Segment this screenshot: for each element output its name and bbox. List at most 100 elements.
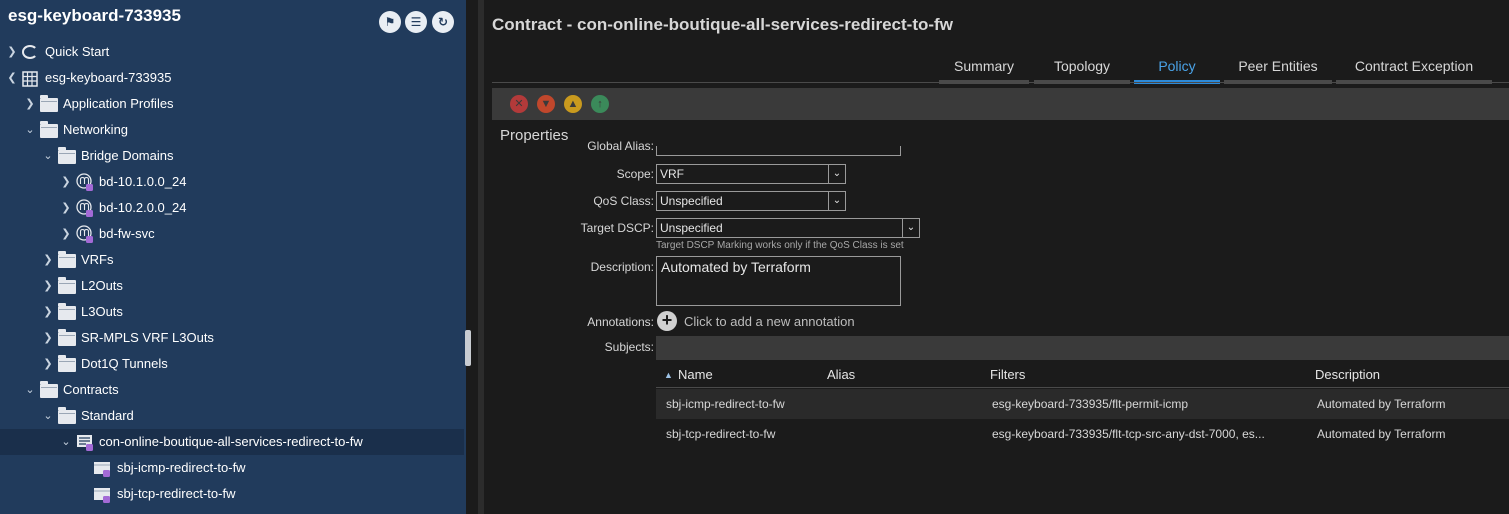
chevron-down-icon[interactable]: ⌄ xyxy=(24,117,36,143)
dscp-hint: Target DSCP Marking works only if the Qo… xyxy=(656,240,904,251)
table-row[interactable]: sbj-tcp-redirect-to-fw esg-keyboard-7339… xyxy=(656,419,1509,449)
tab-topology[interactable]: Topology xyxy=(1034,58,1130,84)
chevron-right-icon[interactable]: ❯ xyxy=(24,91,36,117)
folder-icon xyxy=(58,355,76,372)
tree-item-sbj-icmp[interactable]: sbj-icmp-redirect-to-fw xyxy=(0,455,464,481)
chevron-down-icon[interactable]: ⌄ xyxy=(902,219,919,237)
scope-select[interactable]: VRF ⌄ xyxy=(656,164,846,184)
add-annotation-icon[interactable]: + xyxy=(657,311,677,331)
tree-item-vrfs[interactable]: ❯ VRFs xyxy=(0,247,464,273)
chevron-right-icon[interactable]: ❯ xyxy=(42,273,54,299)
tab-label: Topology xyxy=(1053,58,1111,74)
chevron-down-icon[interactable]: ⌄ xyxy=(24,377,36,403)
tree-item-contracts[interactable]: ⌄ Contracts xyxy=(0,377,464,403)
chevron-down-icon[interactable]: ⌄ xyxy=(42,143,54,169)
pane-resize-handle[interactable] xyxy=(465,330,471,366)
tree-item-label: Application Profiles xyxy=(63,96,174,111)
tree-item-label: bd-10.1.0.0_24 xyxy=(99,174,187,189)
qos-class-value: Unspecified xyxy=(660,194,723,208)
tree-item-sbj-tcp[interactable]: sbj-tcp-redirect-to-fw xyxy=(0,481,464,507)
subjects-table-header: ▲ Name Alias Filters Description xyxy=(656,363,1509,387)
tab-bar-divider xyxy=(492,82,1509,83)
tree-item-contract-selected[interactable]: ⌄ con-online-boutique-all-services-redir… xyxy=(0,429,464,455)
tree-item-bd-10-1[interactable]: ❯ bd-10.1.0.0_24 xyxy=(0,169,464,195)
info-fault-icon[interactable]: ↑ xyxy=(591,95,609,113)
tree-item-label: bd-10.2.0.0_24 xyxy=(99,200,187,215)
tree-item-label: bd-fw-svc xyxy=(99,226,155,241)
description-label: Description: xyxy=(590,260,654,274)
target-dscp-label: Target DSCP: xyxy=(580,221,654,235)
chevron-right-icon[interactable]: ❯ xyxy=(6,39,18,65)
chevron-right-icon[interactable]: ❯ xyxy=(42,351,54,377)
sort-asc-icon[interactable]: ▲ xyxy=(664,363,673,387)
folder-open-icon xyxy=(40,121,58,138)
tree-item-bridge-domains[interactable]: ⌄ Bridge Domains xyxy=(0,143,464,169)
navigation-pane: esg-keyboard-733935 ⚑ ☰ ↻ ❯ Quick Start … xyxy=(0,0,466,514)
contract-icon xyxy=(76,434,94,451)
tab-peer-entities[interactable]: Peer Entities xyxy=(1224,58,1332,84)
tab-label: Summary xyxy=(954,58,1014,74)
quick-start-icon xyxy=(22,45,38,59)
column-header-name[interactable]: Name xyxy=(678,363,713,387)
critical-fault-icon[interactable]: ▼ xyxy=(537,95,555,113)
folder-icon xyxy=(58,251,76,268)
tree-item-application-profiles[interactable]: ❯ Application Profiles xyxy=(0,91,464,117)
chevron-right-icon[interactable]: ❯ xyxy=(60,195,72,221)
folder-icon xyxy=(40,95,58,112)
tree-item-l3outs[interactable]: ❯ L3Outs xyxy=(0,299,464,325)
list-icon[interactable]: ☰ xyxy=(405,11,427,33)
scope-value: VRF xyxy=(660,167,684,181)
folder-icon xyxy=(58,277,76,294)
tree-item-networking[interactable]: ⌄ Networking xyxy=(0,117,464,143)
subject-icon xyxy=(93,486,111,503)
tenant-grid-icon xyxy=(22,71,40,87)
column-header-description[interactable]: Description xyxy=(1315,363,1380,387)
delete-fault-icon[interactable]: ✕ xyxy=(510,95,528,113)
tree-item-sr-mpls-vrf-l3outs[interactable]: ❯ SR-MPLS VRF L3Outs xyxy=(0,325,464,351)
global-alias-input[interactable] xyxy=(656,146,901,156)
tree-item-dot1q-tunnels[interactable]: ❯ Dot1Q Tunnels xyxy=(0,351,464,377)
column-header-filters[interactable]: Filters xyxy=(990,363,1025,387)
chevron-down-icon[interactable]: ⌄ xyxy=(60,429,72,455)
tab-summary[interactable]: Summary xyxy=(939,58,1029,84)
nav-title: esg-keyboard-733935 xyxy=(8,6,181,25)
cell-name: sbj-icmp-redirect-to-fw xyxy=(666,397,785,411)
chevron-right-icon[interactable]: ❯ xyxy=(42,299,54,325)
tree-item-bd-fw-svc[interactable]: ❯ bd-fw-svc xyxy=(0,221,464,247)
chevron-down-icon[interactable]: ⌄ xyxy=(42,403,54,429)
tree-item-l2outs[interactable]: ❯ L2Outs xyxy=(0,273,464,299)
chevron-right-icon[interactable]: ❯ xyxy=(60,169,72,195)
column-header-alias[interactable]: Alias xyxy=(827,363,855,387)
refresh-icon[interactable]: ↻ xyxy=(432,11,454,33)
chevron-down-icon[interactable]: ⌄ xyxy=(828,165,845,183)
chevron-down-icon[interactable]: ❮ xyxy=(6,65,18,91)
flag-icon[interactable]: ⚑ xyxy=(379,11,401,33)
target-dscp-select[interactable]: Unspecified ⌄ xyxy=(656,218,920,238)
warning-fault-icon[interactable]: ▲ xyxy=(564,95,582,113)
chevron-right-icon[interactable]: ❯ xyxy=(42,247,54,273)
table-divider xyxy=(656,387,1509,388)
tree-item-standard[interactable]: ⌄ Standard xyxy=(0,403,464,429)
chevron-right-icon[interactable]: ❯ xyxy=(60,221,72,247)
tree-item-label: Dot1Q Tunnels xyxy=(81,356,168,371)
tree-item-label: sbj-icmp-redirect-to-fw xyxy=(117,460,246,475)
tab-policy[interactable]: Policy xyxy=(1134,58,1220,84)
add-annotation-link[interactable]: Click to add a new annotation xyxy=(684,314,855,329)
tab-contract-exception[interactable]: Contract Exception xyxy=(1336,58,1492,84)
tree-item-bd-10-2[interactable]: ❯ bd-10.2.0.0_24 xyxy=(0,195,464,221)
tree-item-label: esg-keyboard-733935 xyxy=(45,70,172,85)
bridge-domain-icon xyxy=(76,173,94,191)
subjects-toolbar xyxy=(656,336,1509,360)
qos-class-select[interactable]: Unspecified ⌄ xyxy=(656,191,846,211)
tab-label: Policy xyxy=(1158,58,1196,74)
chevron-right-icon[interactable]: ❯ xyxy=(42,325,54,351)
tree-item-quick-start[interactable]: ❯ Quick Start xyxy=(0,39,464,65)
target-dscp-value: Unspecified xyxy=(660,221,723,235)
tree-item-label: SR-MPLS VRF L3Outs xyxy=(81,330,214,345)
global-alias-label: Global Alias: xyxy=(587,141,654,153)
description-textarea[interactable]: Automated by Terraform xyxy=(656,256,901,306)
tree-item-tenant[interactable]: ❮ esg-keyboard-733935 xyxy=(0,65,464,91)
cell-description: Automated by Terraform xyxy=(1317,427,1446,441)
table-row[interactable]: sbj-icmp-redirect-to-fw esg-keyboard-733… xyxy=(656,389,1509,419)
chevron-down-icon[interactable]: ⌄ xyxy=(828,192,845,210)
